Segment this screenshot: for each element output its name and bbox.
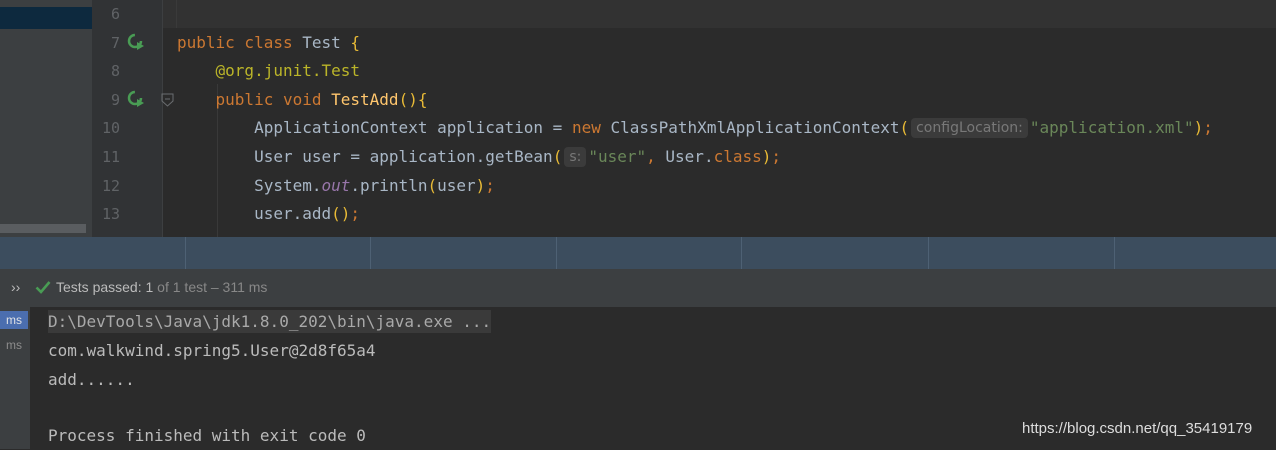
console-line: com.walkwind.spring5.User@2d8f65a4: [48, 341, 376, 360]
code-token: (){: [398, 89, 428, 109]
line-number: 6: [110, 5, 120, 23]
code-line[interactable]: @org.junit.Test: [177, 57, 361, 85]
code-token: public void: [215, 89, 332, 109]
code-token: user.add: [177, 204, 332, 224]
splitter-divider: [370, 237, 371, 269]
code-token: ): [1193, 118, 1204, 138]
test-status-detail: of 1 test – 311 ms: [153, 279, 268, 295]
line-number: 13: [101, 205, 120, 224]
console-command-line[interactable]: D:\DevTools\Java\jdk1.8.0_202\bin\java.e…: [48, 308, 492, 336]
code-line[interactable]: user.add();: [177, 200, 360, 228]
code-token: @org.junit.Test: [215, 61, 361, 81]
code-token: user: [437, 175, 476, 195]
code-token: ClassPathXmlApplicationContext: [610, 118, 900, 138]
line-number: 9: [110, 90, 120, 109]
test-tree-item[interactable]: ms: [0, 336, 28, 354]
project-tree-selected-row[interactable]: [0, 7, 92, 29]
code-token: ;: [771, 147, 782, 166]
parameter-hint: configLocation:: [911, 118, 1028, 139]
java-command[interactable]: D:\DevTools\Java\jdk1.8.0_202\bin\java.e…: [48, 310, 492, 333]
run-test-class-icon[interactable]: [127, 33, 145, 51]
code-token: new: [571, 118, 611, 138]
code-token: (): [331, 204, 351, 224]
code-token: User.: [665, 147, 714, 166]
code-token: ,: [646, 147, 666, 166]
code-token: .println: [350, 175, 428, 195]
splitter-divider: [185, 237, 186, 269]
code-token: ;: [485, 175, 495, 195]
line-number: 12: [101, 176, 120, 195]
tests-passed-check-icon: [35, 281, 51, 294]
watermark: https://blog.csdn.net/qq_35419179: [1022, 420, 1253, 437]
line-number: 8: [110, 62, 120, 81]
code-line[interactable]: public void TestAdd(){: [177, 86, 428, 114]
splitter-divider: [1114, 237, 1115, 269]
tool-window-splitter[interactable]: [0, 237, 1276, 269]
code-token: ;: [1203, 118, 1213, 138]
run-status-bar: ›› Tests passed: 1 of 1 test – 311 ms: [0, 269, 1276, 308]
splitter-divider: [741, 237, 742, 269]
code-token: {: [350, 32, 361, 52]
code-token: Test: [302, 32, 351, 52]
code-token: public class: [177, 32, 303, 52]
code-editor: 6 7 8 9 10 11 12 13 public class Test { @org.ju…: [0, 0, 1276, 237]
code-line[interactable]: public class Test {: [177, 29, 360, 57]
code-token: (: [552, 147, 563, 166]
code-token: ): [761, 147, 772, 166]
code-token: (: [427, 175, 438, 195]
indent-guide: [176, 0, 177, 28]
project-tool-window[interactable]: [0, 0, 92, 237]
code-token: User user = application.getBean: [177, 147, 553, 166]
gutter-divider: [162, 0, 163, 237]
splitter-divider: [556, 237, 557, 269]
test-tree-item[interactable]: ms: [0, 311, 28, 329]
splitter-divider: [928, 237, 929, 269]
parameter-hint: s:: [564, 147, 587, 167]
test-status-text: Tests passed: 1 of 1 test – 311 ms: [56, 279, 267, 295]
line-number: 7: [110, 33, 120, 52]
code-token: (: [899, 118, 910, 138]
code-token: ;: [350, 204, 361, 224]
code-token: "user": [588, 147, 647, 166]
current-line-highlight: [163, 0, 1276, 28]
code-token: System.: [177, 175, 322, 195]
code-line[interactable]: User user = application.getBean(s: "user"…: [177, 143, 781, 171]
code-line[interactable]: ApplicationContext application = new Cla…: [177, 114, 1213, 142]
project-horizontal-scrollbar[interactable]: [0, 224, 86, 233]
fold-marker-icon[interactable]: [161, 93, 174, 107]
code-token: "application.xml": [1029, 118, 1194, 138]
run-test-method-icon[interactable]: [127, 90, 145, 108]
console-line: Process finished with exit code 0: [48, 426, 366, 445]
code-token: ): [475, 175, 486, 195]
code-token: TestAdd: [331, 89, 399, 109]
expand-chevron-icon[interactable]: ››: [11, 279, 20, 295]
code-line[interactable]: System.out.println(user);: [177, 172, 495, 200]
line-number: 11: [101, 148, 120, 166]
console-line: add......: [48, 370, 135, 389]
test-status-label: Tests passed:: [56, 279, 146, 295]
code-token: ApplicationContext application =: [177, 118, 572, 138]
code-token: out: [321, 175, 351, 195]
code-token: class: [713, 147, 762, 166]
line-number: 10: [101, 119, 120, 138]
